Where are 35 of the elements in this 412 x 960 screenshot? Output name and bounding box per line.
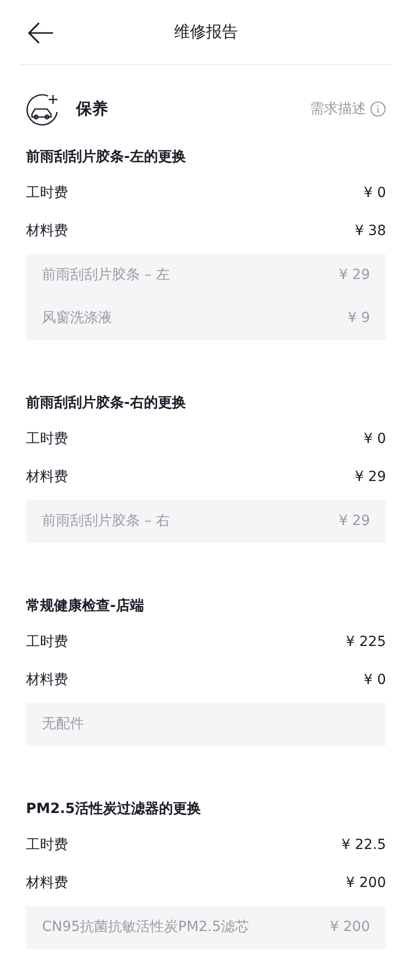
part-price: ¥ 200 — [330, 918, 370, 937]
fee-amount: ¥ 0 — [364, 184, 386, 202]
page-title: 维修报告 — [174, 21, 238, 43]
fee-amount: ¥ 29 — [354, 468, 386, 486]
fee-label: 工时费 — [26, 836, 68, 854]
requirement-description-link[interactable]: 需求描述 — [310, 98, 386, 120]
item-title: 前雨刮刮片胶条-左的更换 — [26, 148, 187, 167]
item-title: PM2.5活性炭过滤器的更换 — [26, 800, 202, 819]
fee-amount: ¥ 200 — [346, 874, 386, 892]
fee-label: 材料费 — [26, 468, 68, 486]
fee-amount: ¥ 225 — [346, 632, 386, 652]
part-name: 风窗洗涤液 — [42, 309, 112, 328]
part-name: 前雨刮刮片胶条 – 右 — [42, 512, 170, 531]
fee-label: 材料费 — [26, 670, 68, 690]
back-button[interactable] — [28, 22, 54, 44]
section-title: 保养 — [76, 98, 108, 120]
fee-amount: ¥ 38 — [354, 222, 386, 240]
fee-label: 工时费 — [26, 430, 68, 448]
item-title: 常规健康检查-店端 — [26, 596, 145, 616]
fee-label: 工时费 — [26, 184, 68, 202]
fee-label: 工时费 — [26, 632, 68, 652]
info-icon — [370, 101, 386, 117]
part-name: 前雨刮刮片胶条 – 左 — [42, 266, 170, 285]
fee-amount: ¥ 0 — [364, 670, 386, 690]
fee-label: 材料费 — [26, 222, 68, 240]
fee-label: 材料费 — [26, 874, 68, 892]
no-parts-note: 无配件 — [42, 715, 84, 734]
car-sparkle-icon — [26, 92, 60, 126]
part-price: ¥ 29 — [338, 266, 370, 285]
item-title: 前雨刮刮片胶条-右的更换 — [26, 394, 187, 413]
fee-amount: ¥ 22.5 — [341, 836, 386, 854]
part-price: ¥ 9 — [348, 309, 370, 328]
part-name: CN95抗菌抗敏活性炭PM2.5滤芯 — [42, 918, 249, 937]
fee-amount: ¥ 0 — [364, 430, 386, 448]
part-price: ¥ 29 — [338, 512, 370, 531]
